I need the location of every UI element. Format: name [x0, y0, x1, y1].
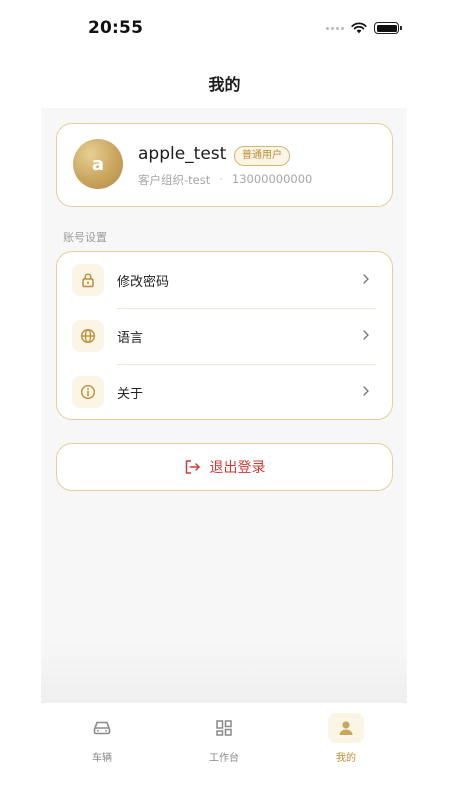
- meta-separator: ·: [219, 172, 223, 186]
- phone-number: 13000000000: [231, 172, 313, 186]
- setting-item-label: 关于: [117, 387, 144, 402]
- username: apple_test: [138, 144, 227, 164]
- status-icons: [326, 22, 402, 34]
- tab-bar: 车辆 工作台 我的: [41, 702, 407, 772]
- info-icon: [72, 376, 104, 408]
- cellular-signal-icon: [326, 26, 344, 30]
- battery-icon: [374, 22, 402, 34]
- tab-mine[interactable]: 我的: [285, 713, 407, 764]
- chevron-right-icon: [363, 274, 369, 284]
- tab-label: 车辆: [92, 753, 112, 764]
- logout-button[interactable]: 退出登录: [56, 443, 393, 491]
- globe-icon: [72, 320, 104, 352]
- settings-card: 修改密码 语言 关于: [56, 251, 393, 420]
- tab-vehicles[interactable]: 车辆: [41, 713, 163, 764]
- car-icon: [84, 713, 120, 743]
- dashboard-icon: [206, 713, 242, 743]
- status-time: 20:55: [88, 18, 144, 38]
- setting-item-about[interactable]: 关于: [57, 364, 391, 420]
- person-icon: [328, 713, 364, 743]
- setting-item-label: 修改密码: [117, 275, 170, 290]
- tab-workbench[interactable]: 工作台: [163, 713, 285, 764]
- page-title: 我的: [208, 75, 241, 94]
- setting-item-language[interactable]: 语言: [57, 308, 391, 364]
- avatar: a: [73, 139, 123, 189]
- wifi-icon: [351, 22, 367, 34]
- chevron-right-icon: [363, 386, 369, 396]
- tab-label: 工作台: [209, 753, 239, 764]
- organization-name: 客户组织-test: [138, 173, 211, 187]
- role-badge: 普通用户: [234, 146, 290, 166]
- setting-item-change-password[interactable]: 修改密码: [57, 252, 391, 308]
- profile-meta: 客户组织-test · 13000000000: [138, 172, 312, 188]
- logout-label: 退出登录: [209, 460, 266, 476]
- logout-icon: [185, 460, 200, 474]
- tab-label: 我的: [336, 753, 356, 764]
- chevron-right-icon: [363, 330, 369, 340]
- setting-item-label: 语言: [117, 331, 144, 346]
- section-label-account-settings: 账号设置: [63, 231, 107, 244]
- profile-card[interactable]: a apple_test 普通用户 客户组织-test · 1300000000…: [56, 123, 393, 207]
- lock-icon: [72, 264, 104, 296]
- status-bar: 20:55: [0, 0, 449, 58]
